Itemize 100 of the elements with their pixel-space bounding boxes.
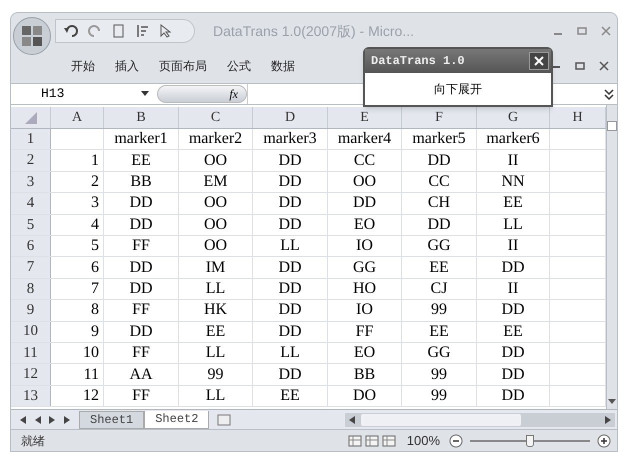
- undo-icon[interactable]: [64, 25, 78, 37]
- scroll-left-icon[interactable]: [349, 416, 356, 424]
- column-header[interactable]: B: [104, 107, 179, 128]
- table-cell-text: DD: [278, 300, 302, 320]
- office-button[interactable]: [13, 17, 51, 55]
- page-layout-icon[interactable]: [364, 434, 379, 448]
- table-cell-text: HK: [204, 300, 228, 320]
- table-cell-text: OO: [204, 150, 228, 171]
- row-header[interactable]: 2: [11, 150, 51, 171]
- row-header[interactable]: 9: [11, 300, 51, 321]
- expand-down-button[interactable]: 向下展开: [365, 73, 551, 105]
- table-cell-text: DD: [278, 172, 302, 192]
- table-cell-text: EM: [204, 172, 228, 192]
- row-header[interactable]: 5: [11, 214, 51, 235]
- row-header[interactable]: 3: [11, 172, 51, 192]
- table-cell-text: DD: [278, 150, 302, 171]
- vertical-scrollbar[interactable]: [606, 105, 617, 409]
- maximize-icon[interactable]: [577, 26, 587, 36]
- row-header[interactable]: 8: [11, 278, 51, 300]
- table-cell-text: OO: [204, 193, 228, 214]
- table-cell-text: LL: [280, 343, 300, 364]
- close-button[interactable]: [529, 52, 549, 70]
- row-header[interactable]: 10: [11, 322, 51, 342]
- table-cell-text: FF: [132, 300, 150, 320]
- pointer-icon[interactable]: [160, 24, 172, 38]
- row-header[interactable]: 6: [11, 236, 51, 256]
- table-cell-text: IM: [206, 258, 226, 278]
- table-cell-text: DD: [129, 322, 153, 342]
- table-cell-text: GG: [352, 258, 376, 278]
- table-cell-text: DD: [427, 214, 451, 235]
- table-cell-text: OO: [204, 236, 228, 256]
- normal-view-icon[interactable]: [348, 434, 362, 448]
- row-header[interactable]: 4: [11, 193, 51, 214]
- window-title: DataTrans 1.0(2007版) - Micro...: [213, 22, 414, 41]
- scroll-down-icon[interactable]: [608, 399, 616, 405]
- zoom-slider-track[interactable]: [470, 434, 590, 448]
- close-icon[interactable]: [601, 26, 611, 36]
- page-break-icon[interactable]: [382, 434, 396, 448]
- column-header[interactable]: D: [253, 107, 328, 128]
- close-icon[interactable]: [599, 61, 609, 71]
- table-cell-text: NN: [501, 172, 525, 192]
- scroll-thumb[interactable]: [607, 121, 617, 131]
- row-header[interactable]: 7: [11, 257, 51, 278]
- table-cell-text: 7: [91, 278, 99, 299]
- scroll-thumb[interactable]: [361, 414, 522, 426]
- office-logo-icon: [21, 25, 43, 47]
- first-sheet-icon[interactable]: [19, 416, 26, 424]
- sheet-tab[interactable]: Sheet2: [144, 410, 210, 428]
- ribbon-tab[interactable]: 开始: [71, 57, 95, 75]
- table-cell-text: DD: [129, 214, 153, 235]
- table-cell-text: 11: [84, 364, 99, 384]
- table-cell-text: EO: [354, 343, 376, 364]
- table-cell-text: CJ: [430, 278, 448, 299]
- table-cell-text: DD: [278, 258, 302, 278]
- last-sheet-icon[interactable]: [64, 416, 71, 424]
- zoom-in-icon[interactable]: [597, 434, 611, 448]
- table-cell-text: 2: [91, 172, 99, 192]
- row-header[interactable]: 1: [11, 129, 51, 150]
- row-header[interactable]: 12: [11, 364, 51, 385]
- dropdown-icon[interactable]: [141, 91, 149, 97]
- table-cell-text: OO: [204, 214, 228, 235]
- table-cell-text: 9: [91, 322, 99, 342]
- next-sheet-icon[interactable]: [49, 416, 56, 424]
- ribbon-tab[interactable]: 页面布局: [159, 57, 207, 75]
- sheet-tab[interactable]: Sheet1: [79, 410, 144, 428]
- zoom-level[interactable]: 100%: [406, 430, 440, 450]
- fx-label[interactable]: fx: [229, 85, 238, 103]
- table-cell-text: DD: [501, 386, 525, 406]
- column-header[interactable]: C: [179, 107, 253, 128]
- ribbon-tab[interactable]: 公式: [227, 57, 251, 75]
- table-cell-text: LL: [206, 386, 226, 406]
- name-box[interactable]: H13: [11, 84, 161, 104]
- zoom-slider-thumb[interactable]: [526, 434, 534, 446]
- table-cell-text: DD: [278, 278, 302, 299]
- table-cell-text: EE: [206, 322, 226, 342]
- table-cell-text: EE: [429, 258, 449, 278]
- table-cell-text: II: [508, 150, 518, 171]
- sort-icon[interactable]: [136, 24, 150, 38]
- row-header[interactable]: 11: [11, 342, 51, 364]
- table-cell-text: 12: [83, 386, 99, 406]
- table-cell-text: DD: [278, 322, 302, 342]
- ribbon-tab[interactable]: 数据: [271, 57, 295, 75]
- table-cell-text: DD: [129, 258, 153, 278]
- horizontal-scrollbar[interactable]: [345, 412, 616, 426]
- table-cell-text: marker4: [338, 129, 392, 150]
- document-icon[interactable]: [112, 24, 126, 38]
- ribbon-tab[interactable]: 插入: [115, 57, 139, 75]
- restore-icon[interactable]: [575, 61, 585, 71]
- table-cell-text: IO: [356, 300, 373, 320]
- table-cell-text: 6: [91, 258, 99, 278]
- table-cell-text: 8: [91, 300, 99, 320]
- scroll-right-icon[interactable]: [605, 416, 612, 424]
- table-cell-text: AA: [129, 364, 153, 384]
- column-header[interactable]: A: [51, 107, 104, 128]
- prev-sheet-icon[interactable]: [34, 416, 41, 424]
- table-cell-text: EO: [354, 214, 376, 235]
- zoom-out-icon[interactable]: [449, 434, 463, 448]
- table-cell-text: LL: [206, 343, 226, 364]
- table-cell-text: DD: [278, 214, 302, 235]
- row-header[interactable]: 13: [11, 386, 51, 406]
